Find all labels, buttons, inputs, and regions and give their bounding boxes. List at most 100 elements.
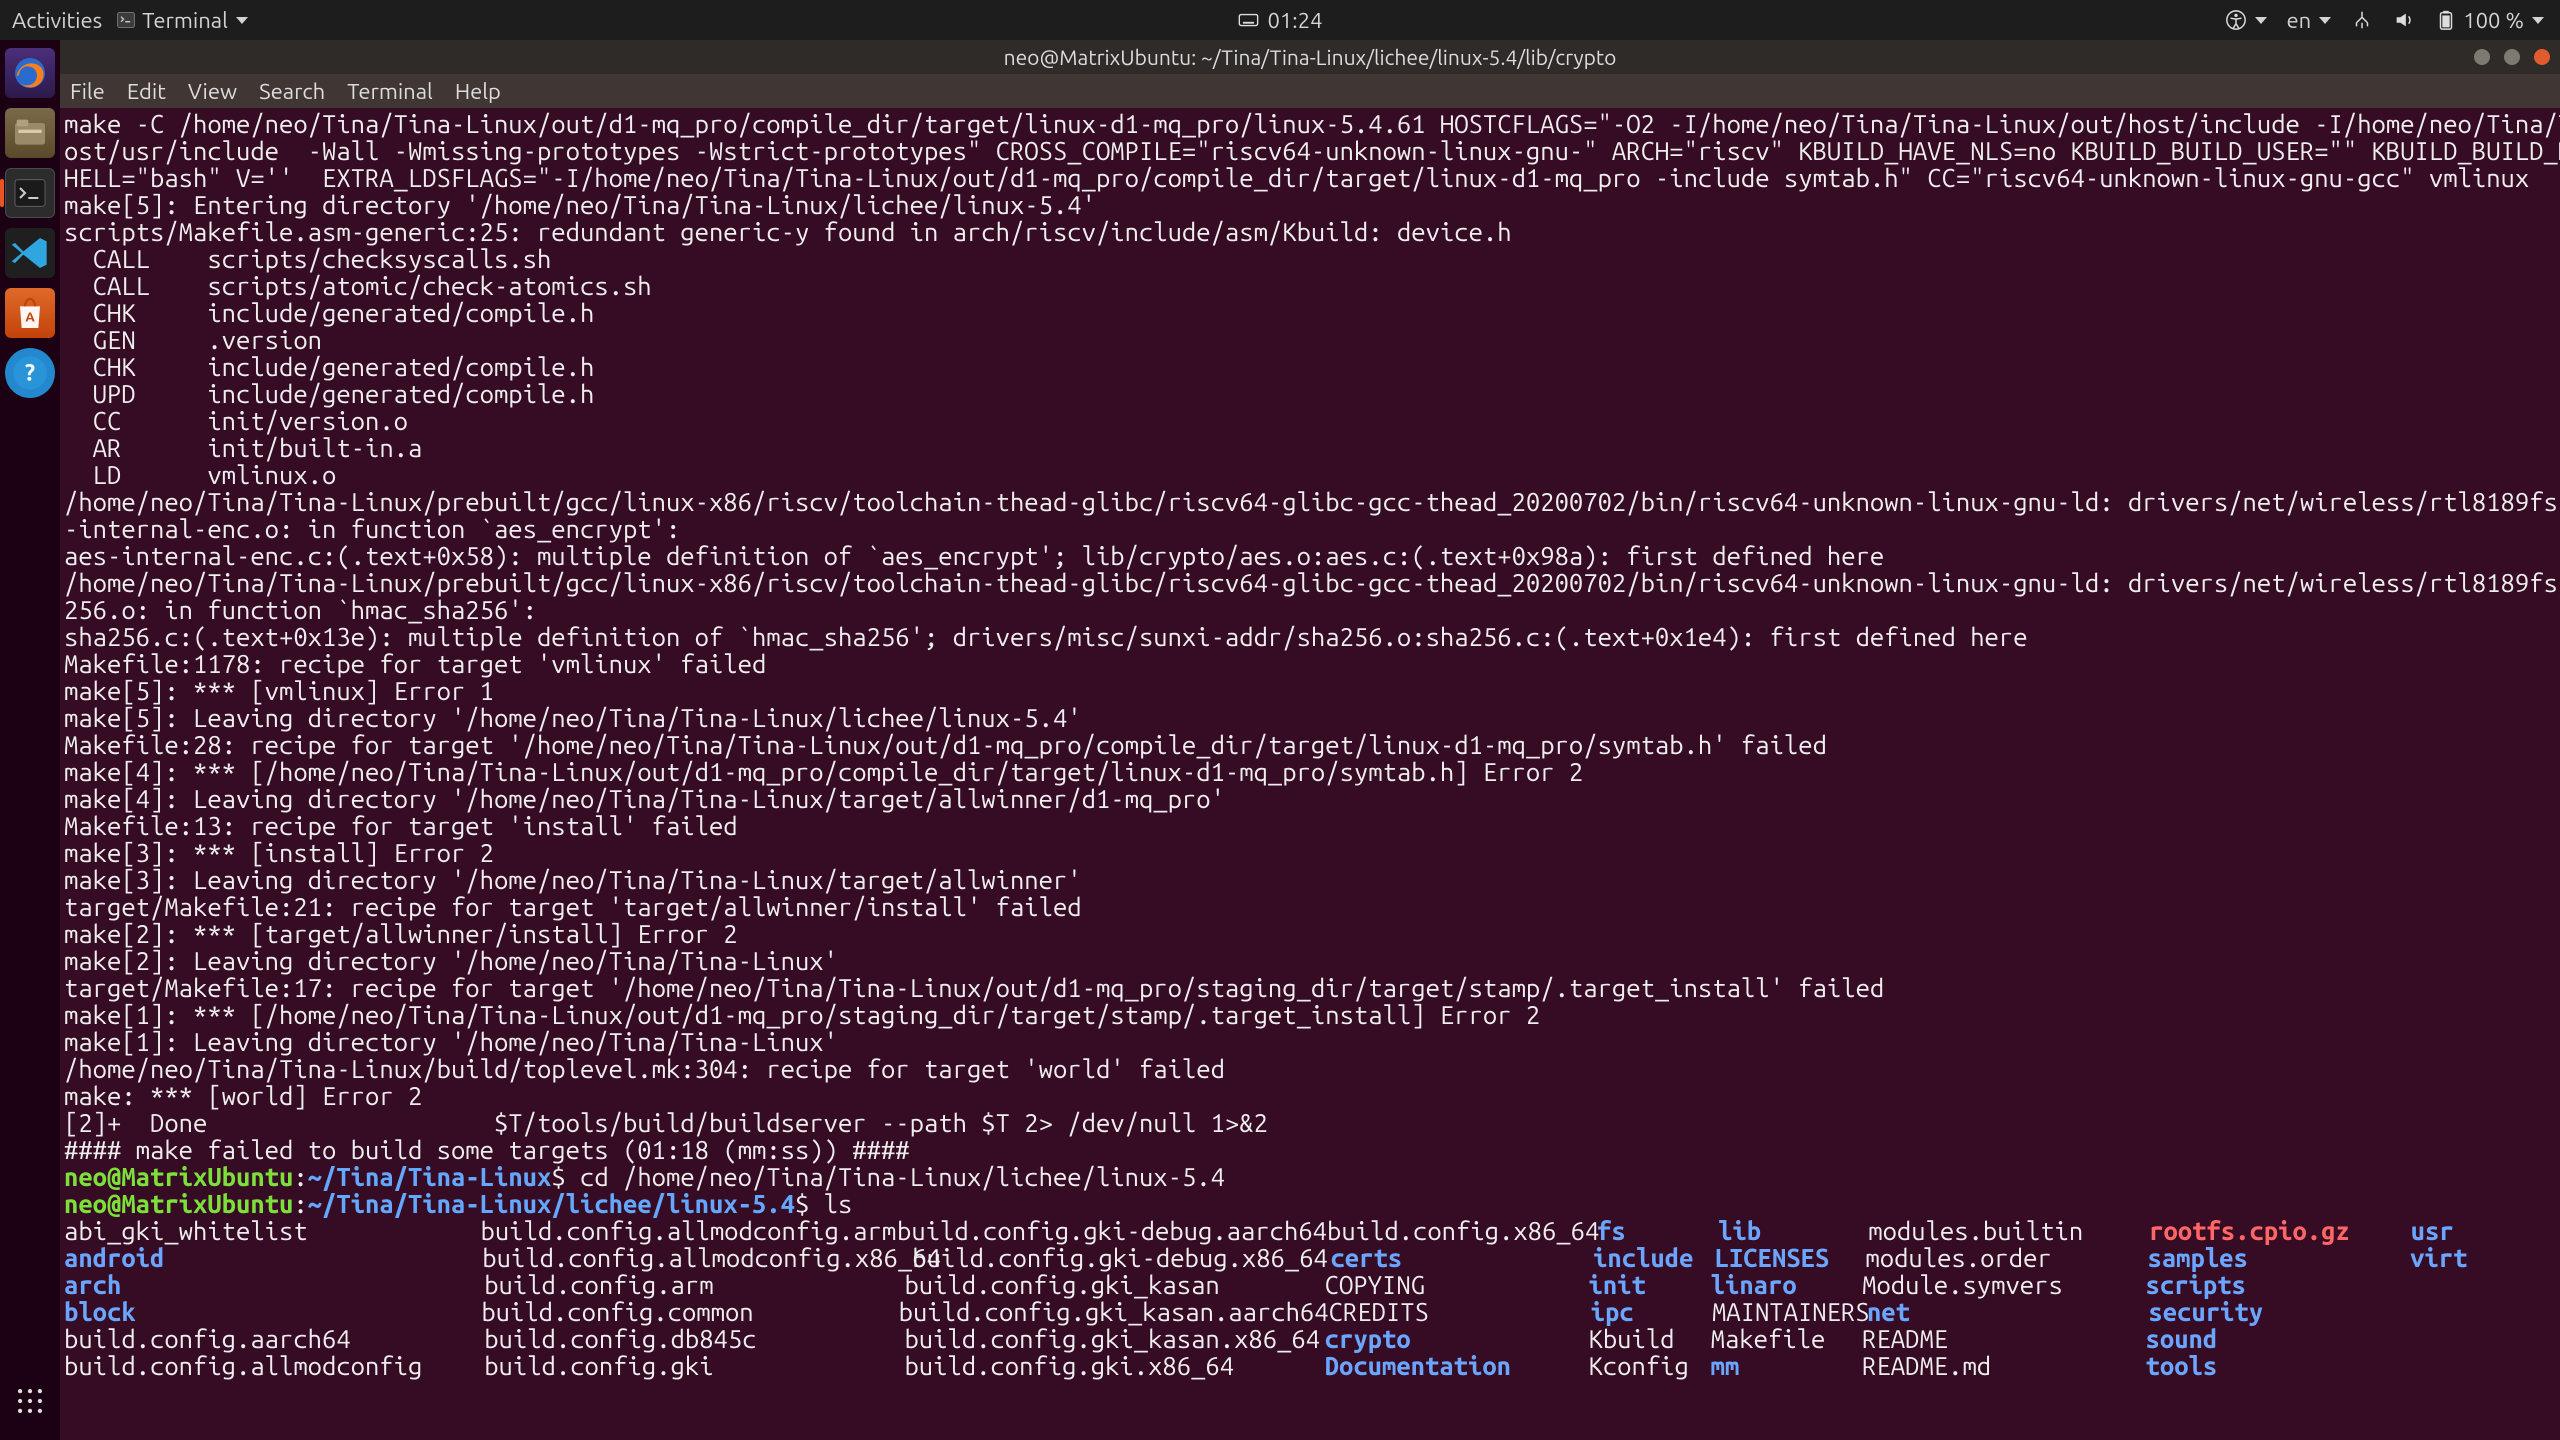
app-menu[interactable]: Terminal bbox=[116, 8, 248, 33]
window-titlebar[interactable]: neo@MatrixUbuntu: ~/Tina/Tina-Linux/lich… bbox=[60, 40, 2560, 74]
ls-item: README bbox=[1862, 1325, 2145, 1352]
ls-item: build.config.gki_kasan.x86_64 bbox=[904, 1325, 1324, 1352]
ls-item bbox=[2409, 1271, 2556, 1298]
output-line: CALL scripts/checksyscalls.sh bbox=[64, 245, 2556, 272]
terminal-viewport[interactable]: make -C /home/neo/Tina/Tina-Linux/out/d1… bbox=[60, 108, 2560, 1440]
language-label: en bbox=[2287, 8, 2312, 33]
ls-item: sound bbox=[2146, 1325, 2410, 1352]
prompt-line: neo@MatrixUbuntu:~/Tina/Tina-Linux/liche… bbox=[64, 1190, 2556, 1217]
vscode-icon bbox=[10, 233, 50, 273]
ls-item: build.config.gki_kasan.aarch64 bbox=[899, 1298, 1329, 1325]
ls-item: ipc bbox=[1591, 1298, 1712, 1325]
dock: A ? bbox=[0, 40, 60, 1440]
menu-help[interactable]: Help bbox=[455, 79, 501, 104]
chevron-down-icon bbox=[236, 17, 248, 24]
ls-item: README.md bbox=[1862, 1352, 2145, 1379]
language-menu[interactable]: en bbox=[2287, 8, 2332, 33]
accessibility-menu[interactable] bbox=[2225, 9, 2267, 31]
output-line: make[4]: Leaving directory '/home/neo/Ti… bbox=[64, 785, 2556, 812]
output-line: UPD include/generated/compile.h bbox=[64, 380, 2556, 407]
output-line: make[3]: *** [install] Error 2 bbox=[64, 839, 2556, 866]
grid-icon bbox=[13, 1384, 47, 1418]
ls-item: arch bbox=[64, 1271, 484, 1298]
ls-row: archbuild.config.armbuild.config.gki_kas… bbox=[64, 1271, 2556, 1298]
ls-item: crypto bbox=[1325, 1325, 1589, 1352]
network-icon bbox=[2351, 9, 2373, 31]
output-line: make[2]: Leaving directory '/home/neo/Ti… bbox=[64, 947, 2556, 974]
output-line: LD vmlinux.o bbox=[64, 461, 2556, 488]
activities-button[interactable]: Activities bbox=[12, 8, 102, 33]
output-line: GEN .version bbox=[64, 326, 2556, 353]
ls-row: blockbuild.config.commonbuild.config.gki… bbox=[64, 1298, 2556, 1325]
ls-item: Makefile bbox=[1711, 1325, 1862, 1352]
minimize-button[interactable] bbox=[2474, 49, 2490, 65]
output-line: 256.o: in function `hmac_sha256': bbox=[64, 596, 2556, 623]
output-line: Makefile:13: recipe for target 'install'… bbox=[64, 812, 2556, 839]
files-icon bbox=[10, 113, 50, 153]
ls-item: tools bbox=[2146, 1352, 2410, 1379]
volume-icon bbox=[2393, 9, 2415, 31]
ls-item: build.config.x86_64 bbox=[1327, 1217, 1597, 1244]
chevron-down-icon bbox=[2319, 17, 2331, 24]
help-icon: ? bbox=[10, 353, 50, 393]
chevron-down-icon bbox=[2255, 17, 2267, 24]
ls-item: usr bbox=[2411, 1217, 2556, 1244]
output-line: target/Makefile:21: recipe for target 't… bbox=[64, 893, 2556, 920]
ls-item: net bbox=[1867, 1298, 2148, 1325]
show-applications-button[interactable] bbox=[5, 1376, 55, 1426]
ls-item: MAINTAINERS bbox=[1712, 1298, 1867, 1325]
ls-item: Module.symvers bbox=[1862, 1271, 2145, 1298]
menu-view[interactable]: View bbox=[188, 79, 237, 104]
ls-item: include bbox=[1593, 1244, 1715, 1271]
terminal-icon bbox=[10, 173, 50, 213]
output-line: make -C /home/neo/Tina/Tina-Linux/out/d1… bbox=[64, 110, 2556, 137]
accessibility-icon bbox=[2225, 9, 2247, 31]
menu-terminal[interactable]: Terminal bbox=[347, 79, 433, 104]
ls-item: LICENSES bbox=[1715, 1244, 1866, 1271]
ls-item: build.config.allmodconfig bbox=[64, 1352, 484, 1379]
battery-menu[interactable]: 100 % bbox=[2435, 8, 2544, 33]
dock-vscode[interactable] bbox=[5, 228, 55, 278]
window-title: neo@MatrixUbuntu: ~/Tina/Tina-Linux/lich… bbox=[1004, 45, 1617, 69]
dock-help[interactable]: ? bbox=[5, 348, 55, 398]
dock-files[interactable] bbox=[5, 108, 55, 158]
keyboard-icon bbox=[1237, 9, 1259, 31]
ls-item: samples bbox=[2147, 1244, 2410, 1271]
ls-item: linaro bbox=[1711, 1271, 1862, 1298]
output-line: #### make failed to build some targets (… bbox=[64, 1136, 2556, 1163]
output-line: /home/neo/Tina/Tina-Linux/prebuilt/gcc/l… bbox=[64, 488, 2556, 515]
menu-edit[interactable]: Edit bbox=[127, 79, 166, 104]
ls-item: rootfs.cpio.gz bbox=[2149, 1217, 2411, 1244]
svg-text:?: ? bbox=[25, 360, 35, 386]
ls-item: mm bbox=[1711, 1352, 1862, 1379]
chevron-down-icon bbox=[2532, 17, 2544, 24]
menu-search[interactable]: Search bbox=[259, 79, 325, 104]
close-button[interactable] bbox=[2534, 49, 2550, 65]
gnome-top-panel: Activities Terminal 01:24 en 100 % bbox=[0, 0, 2560, 40]
output-line: /home/neo/Tina/Tina-Linux/prebuilt/gcc/l… bbox=[64, 569, 2556, 596]
maximize-button[interactable] bbox=[2504, 49, 2520, 65]
ls-item: build.config.allmodconfig.x86_64 bbox=[482, 1244, 912, 1271]
output-line: HELL="bash" V='' EXTRA_LDSFLAGS="-I/home… bbox=[64, 164, 2556, 191]
output-line: ost/usr/include -Wall -Wmissing-prototyp… bbox=[64, 137, 2556, 164]
dock-terminal[interactable] bbox=[5, 168, 55, 218]
ls-item: CREDITS bbox=[1329, 1298, 1591, 1325]
clock[interactable]: 01:24 bbox=[1267, 8, 1322, 33]
ls-item: build.config.gki.x86_64 bbox=[904, 1352, 1324, 1379]
ls-item: scripts bbox=[2146, 1271, 2410, 1298]
output-line: CC init/version.o bbox=[64, 407, 2556, 434]
dock-firefox[interactable] bbox=[5, 48, 55, 98]
volume-menu[interactable] bbox=[2393, 9, 2415, 31]
ls-item: build.config.aarch64 bbox=[64, 1325, 484, 1352]
menu-file[interactable]: File bbox=[70, 79, 105, 104]
output-line: scripts/Makefile.asm-generic:25: redunda… bbox=[64, 218, 2556, 245]
ls-item: COPYING bbox=[1325, 1271, 1589, 1298]
output-line: make[4]: *** [/home/neo/Tina/Tina-Linux/… bbox=[64, 758, 2556, 785]
output-line: target/Makefile:17: recipe for target '/… bbox=[64, 974, 2556, 1001]
ls-item: Kbuild bbox=[1589, 1325, 1711, 1352]
dock-software[interactable]: A bbox=[5, 288, 55, 338]
prompt-line: neo@MatrixUbuntu:~/Tina/Tina-Linux$ cd /… bbox=[64, 1163, 2556, 1190]
ls-item: build.config.allmodconfig.arm bbox=[481, 1217, 898, 1244]
network-menu[interactable] bbox=[2351, 9, 2373, 31]
svg-text:A: A bbox=[25, 309, 35, 324]
